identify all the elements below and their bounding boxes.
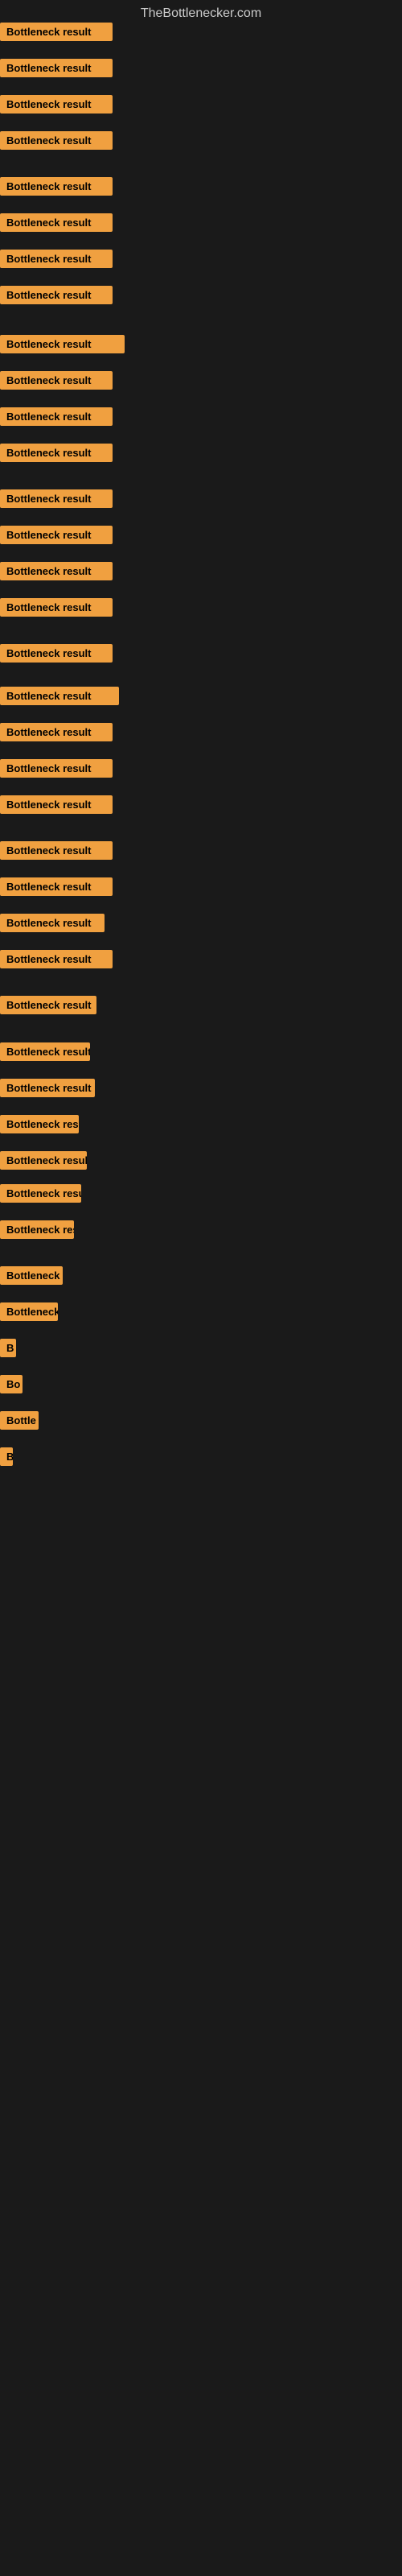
bottleneck-result-item: Bottleneck result [0,644,113,663]
bottleneck-result-item: B [0,1447,13,1466]
bottleneck-result-item: Bottleneck result [0,841,113,860]
bottleneck-result-item: Bottleneck result [0,1042,90,1061]
bottleneck-result-item: Bottleneck result [0,1079,95,1097]
bottleneck-result-item: Bottleneck result [0,877,113,896]
bottleneck-result-item: Bottleneck result [0,759,113,778]
bottleneck-result-item: Bottleneck result [0,444,113,462]
bottleneck-result-item: Bottleneck result [0,371,113,390]
bottleneck-result-item: Bottleneck result [0,489,113,508]
bottleneck-result-item: Bottleneck result [0,687,119,705]
bottleneck-result-item: Bottleneck result [0,723,113,741]
bottleneck-result-item: Bottleneck result [0,996,96,1014]
bottleneck-result-item: Bottleneck result [0,1266,63,1285]
bottleneck-result-item: Bottleneck result [0,562,113,580]
bottleneck-result-item: Bottleneck result [0,1151,87,1170]
bottleneck-result-item: Bottleneck result [0,286,113,304]
bottleneck-result-item: Bottleneck result [0,335,125,353]
bottleneck-result-item: Bottleneck result [0,95,113,114]
bottleneck-result-item: Bottleneck result [0,795,113,814]
bottleneck-result-item: Bo [0,1375,23,1393]
bottleneck-result-item: Bottleneck result [0,1220,74,1239]
bottleneck-result-item: Bottleneck result [0,598,113,617]
bottleneck-result-item: Bottleneck result [0,177,113,196]
bottleneck-result-item: Bottleneck result [0,1115,79,1133]
bottleneck-result-item: Bottleneck result [0,213,113,232]
bottleneck-result-item: Bottleneck result [0,1302,58,1321]
bottleneck-result-item: Bottleneck result [0,407,113,426]
bottleneck-result-item: Bottleneck result [0,59,113,77]
bottleneck-result-item: Bottleneck result [0,914,105,932]
bottleneck-result-item: Bottleneck result [0,950,113,968]
bottleneck-result-item: Bottleneck result [0,131,113,150]
bottleneck-result-item: Bottleneck result [0,526,113,544]
bottleneck-result-item: Bottleneck result [0,250,113,268]
bottleneck-result-item: Bottleneck result [0,23,113,41]
bottleneck-result-item: B [0,1339,16,1357]
bottleneck-result-item: Bottle [0,1411,39,1430]
bottleneck-result-item: Bottleneck result [0,1184,81,1203]
